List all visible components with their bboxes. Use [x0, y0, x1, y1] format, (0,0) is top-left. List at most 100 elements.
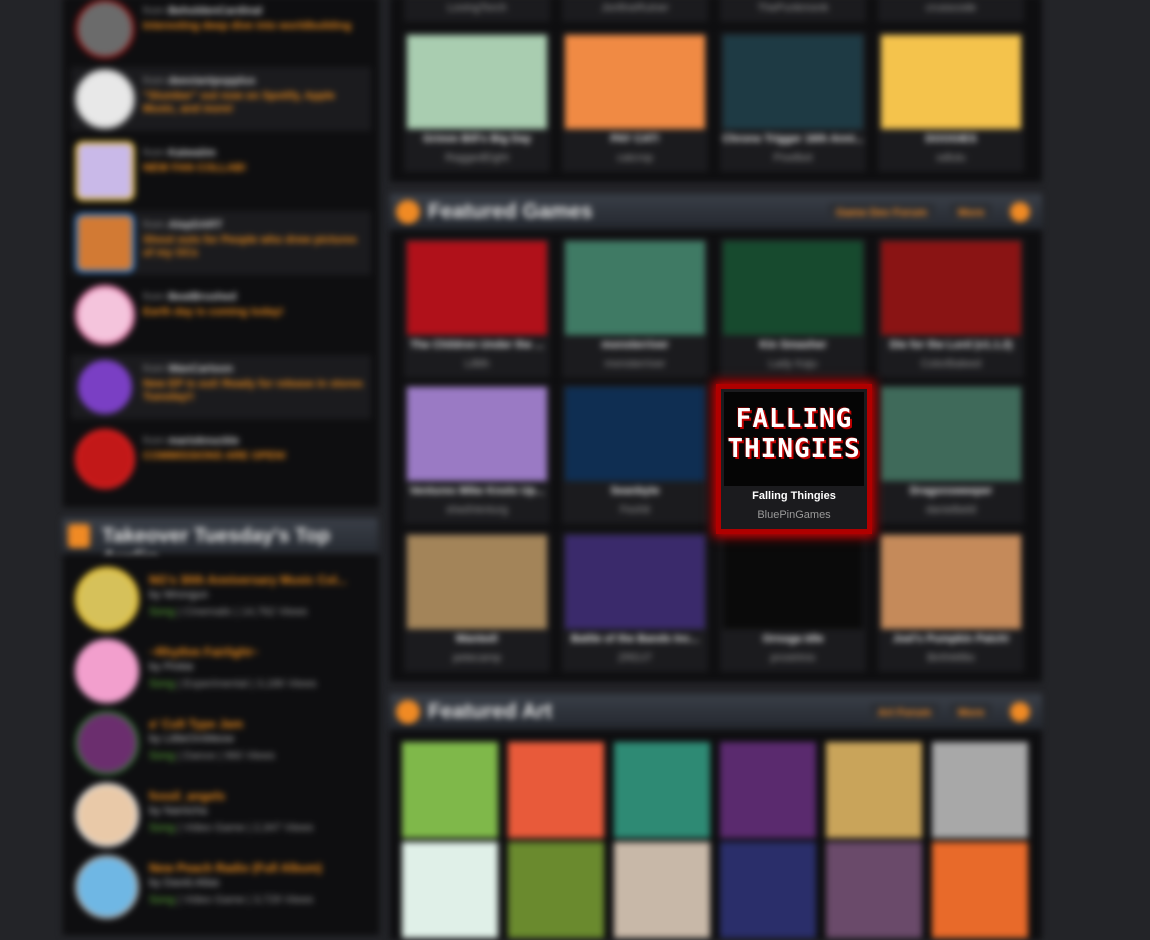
- game-tile[interactable]: The Children Under the ... Lillith: [404, 238, 550, 378]
- game-tile[interactable]: crusscode: [878, 0, 1024, 22]
- audio-title[interactable]: fossil_angels: [149, 789, 225, 803]
- art-forum-button[interactable]: Art Forum: [870, 703, 940, 723]
- avatar[interactable]: [75, 69, 135, 129]
- game-thumbnail[interactable]: [881, 241, 1021, 335]
- news-author[interactable]: deeviantpopplus: [168, 75, 255, 87]
- game-title[interactable]: PAY CAT!: [562, 133, 708, 145]
- art-thumbnail[interactable]: [932, 742, 1028, 838]
- avatar[interactable]: [75, 429, 135, 489]
- art-thumbnail[interactable]: [508, 742, 604, 838]
- game-thumbnail[interactable]: [881, 535, 1021, 629]
- game-tile[interactable]: LovingTorch: [404, 0, 550, 22]
- game-thumbnail[interactable]: [723, 241, 863, 335]
- news-headline[interactable]: Shout outs for People who drew pictures …: [143, 234, 367, 260]
- game-title[interactable]: Wanted!: [404, 633, 550, 645]
- audio-item[interactable]: a' Cult Type Jam by LittleOmMeow Song | …: [71, 709, 371, 779]
- game-thumbnail[interactable]: [407, 387, 547, 481]
- game-tile[interactable]: monsterriver monsterriver: [562, 238, 708, 378]
- news-author[interactable]: WanCartoon: [168, 363, 233, 375]
- audio-item[interactable]: NG's 30th Anniversary Music Col... by Wr…: [71, 565, 371, 635]
- art-thumbnail[interactable]: [932, 842, 1028, 938]
- news-author[interactable]: AlepDART: [168, 219, 222, 231]
- game-author[interactable]: Fexhit: [562, 504, 708, 516]
- game-tile[interactable]: DOOGIES odlulu: [878, 32, 1024, 172]
- game-author[interactable]: prostrtnix: [720, 652, 866, 664]
- news-headline[interactable]: "Slumber" out now on Spotify, Apple Musi…: [143, 90, 367, 116]
- game-thumbnail[interactable]: [723, 535, 863, 629]
- game-thumbnail[interactable]: [407, 535, 547, 629]
- game-author[interactable]: ZRDJ7: [562, 652, 708, 664]
- audio-title[interactable]: New Peach Radio (Full Album): [149, 861, 322, 875]
- game-title[interactable]: Seanbyte: [562, 485, 708, 497]
- game-author[interactable]: Lady Kaju: [720, 358, 866, 370]
- news-item[interactable]: from AlepDART Shout outs for People who …: [71, 211, 371, 275]
- game-author[interactable]: shedVenturg: [404, 504, 550, 516]
- art-thumbnail[interactable]: [402, 742, 498, 838]
- game-thumbnail[interactable]: [407, 35, 547, 129]
- news-headline[interactable]: NEW FAN COLLAB!: [143, 162, 367, 175]
- game-author[interactable]: danielbeld: [878, 504, 1024, 516]
- game-author[interactable]: BirthMillio: [878, 652, 1024, 664]
- game-author[interactable]: catcrop: [562, 152, 708, 164]
- art-thumbnail[interactable]: [826, 742, 922, 838]
- game-tile[interactable]: Battle of the Bands Inc... ZRDJ7: [562, 532, 708, 672]
- game-thumbnail[interactable]: [565, 241, 705, 335]
- game-author[interactable]: odlulu: [878, 152, 1024, 164]
- game-tile[interactable]: JonfineRuiner: [562, 0, 708, 22]
- game-dev-forum-button[interactable]: Game Dev Forum: [828, 203, 936, 223]
- more-games-button[interactable]: More: [950, 203, 993, 223]
- game-author[interactable]: monsterriver: [562, 358, 708, 370]
- news-author[interactable]: Kaiwaiim: [168, 147, 216, 159]
- avatar[interactable]: [75, 783, 139, 847]
- game-title[interactable]: Kin Smasher: [720, 339, 866, 351]
- game-tile[interactable]: Die for the Lord (v1.1.2) ColorBaleed: [878, 238, 1024, 378]
- audio-title[interactable]: a' Cult Type Jam: [149, 717, 243, 731]
- game-title[interactable]: Joel's Pumpkin Patch!: [878, 633, 1024, 645]
- news-headline[interactable]: Earth day is coming today!: [143, 306, 367, 319]
- game-title[interactable]: Grimm Bill's Big Day: [404, 133, 550, 145]
- news-item[interactable]: from BeatBrushed Earth day is coming tod…: [71, 283, 371, 347]
- game-author[interactable]: RaggedEight: [404, 152, 550, 164]
- news-headline[interactable]: Interesting deep dive into worldbuilding: [143, 20, 367, 33]
- game-author[interactable]: crusscode: [878, 2, 1024, 14]
- avatar[interactable]: [75, 357, 135, 417]
- game-thumbnail[interactable]: FALLING THINGIES: [724, 392, 864, 486]
- game-title[interactable]: Ventures Mike Knots Up...: [404, 485, 550, 497]
- game-author[interactable]: JonfineRuiner: [562, 2, 708, 14]
- news-item[interactable]: from deeviantpopplus "Slumber" out now o…: [71, 67, 371, 131]
- avatar[interactable]: [75, 285, 135, 345]
- news-author[interactable]: BeatBrushed: [168, 291, 236, 303]
- audio-item[interactable]: New Peach Radio (Full Album) by David.At…: [71, 853, 371, 923]
- avatar[interactable]: [75, 711, 139, 775]
- game-tile[interactable]: ThePunkmonk: [720, 0, 866, 22]
- avatar[interactable]: [75, 213, 135, 273]
- game-tile[interactable]: Ventures Mike Knots Up... shedVenturg: [404, 384, 550, 524]
- news-item[interactable]: from marioknuckle COMMISSIONS ARE OPEN!: [71, 427, 371, 491]
- game-tile[interactable]: Dragonsweeper danielbeld: [878, 384, 1024, 524]
- game-title[interactable]: Dragonsweeper: [878, 485, 1024, 497]
- game-title[interactable]: Chrono Trigger 16th Anni...: [720, 133, 866, 145]
- game-title[interactable]: Battle of the Bands Inc...: [562, 633, 708, 645]
- game-author[interactable]: ThePunkmonk: [720, 2, 866, 14]
- audio-title[interactable]: ~Rhythm Fairlight~: [149, 645, 258, 659]
- game-author[interactable]: ColorBaleed: [878, 358, 1024, 370]
- game-tile[interactable]: Ornoga Idle prostrtnix: [720, 532, 866, 672]
- game-thumbnail[interactable]: [565, 35, 705, 129]
- game-tile[interactable]: Seanbyte Fexhit: [562, 384, 708, 524]
- audio-item[interactable]: fossil_angels by Namicha Song | Video Ga…: [71, 781, 371, 851]
- game-thumbnail[interactable]: [881, 35, 1021, 129]
- art-thumbnail[interactable]: [614, 742, 710, 838]
- game-thumbnail[interactable]: [407, 241, 547, 335]
- avatar[interactable]: [75, 0, 135, 59]
- art-thumbnail[interactable]: [720, 842, 816, 938]
- game-tile[interactable]: Joel's Pumpkin Patch! BirthMillio: [878, 532, 1024, 672]
- game-thumbnail[interactable]: [565, 387, 705, 481]
- audio-title[interactable]: NG's 30th Anniversary Music Col...: [149, 573, 347, 587]
- news-item[interactable]: from Kaiwaiim NEW FAN COLLAB!: [71, 139, 371, 203]
- game-author[interactable]: Lillith: [404, 358, 550, 370]
- art-thumbnail[interactable]: [508, 842, 604, 938]
- avatar[interactable]: [75, 567, 139, 631]
- art-thumbnail[interactable]: [402, 842, 498, 938]
- game-title[interactable]: Falling Thingies: [721, 490, 867, 502]
- game-title[interactable]: DOOGIES: [878, 133, 1024, 145]
